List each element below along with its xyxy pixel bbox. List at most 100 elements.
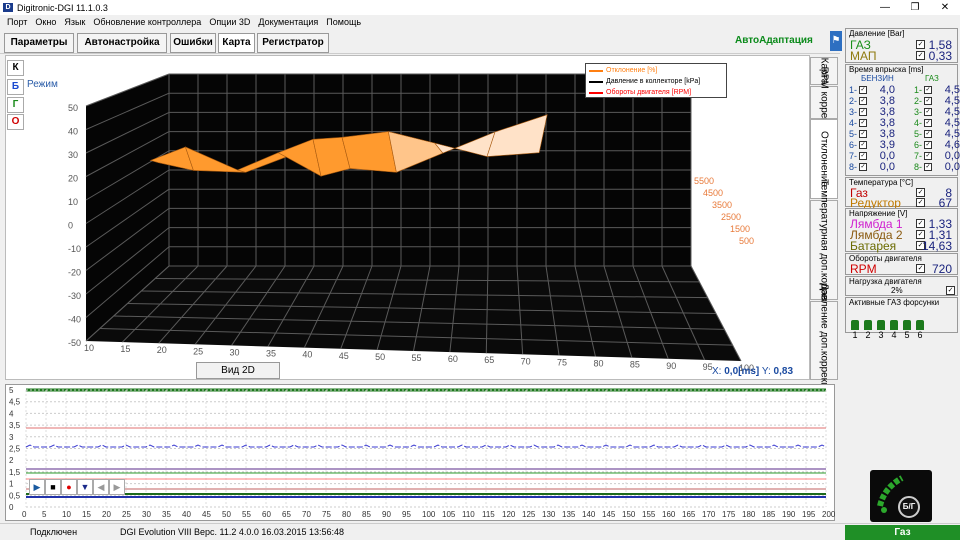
checkbox[interactable]: ✓ — [924, 108, 932, 116]
play-icon[interactable]: ▶ — [29, 479, 45, 495]
y-tick-label: 10 — [68, 197, 78, 207]
tab-parameters[interactable]: Параметры — [4, 33, 74, 53]
auto-adapt-button[interactable]: АвтоАдаптация — [735, 32, 813, 50]
checkbox[interactable]: ✓ — [859, 130, 867, 138]
checkbox[interactable]: ✓ — [924, 130, 932, 138]
x-tick-label: 70 — [521, 356, 531, 366]
checkbox[interactable]: ✓ — [916, 188, 925, 197]
osc-x-tick: 10 — [62, 510, 71, 519]
x-tick-label: 80 — [593, 359, 603, 369]
checkbox[interactable]: ✓ — [859, 163, 867, 171]
checkbox[interactable]: ✓ — [924, 86, 932, 94]
osc-x-tick: 130 — [542, 510, 556, 519]
menu-3d-options[interactable]: Опции 3D — [205, 15, 254, 29]
vtab-rpm[interactable]: RPM коррекция — [810, 66, 838, 139]
menu-update[interactable]: Обновление контроллера — [89, 15, 205, 29]
o-button[interactable]: О — [7, 114, 24, 130]
checkbox[interactable]: ✓ — [946, 286, 955, 295]
osc-x-tick: 135 — [562, 510, 576, 519]
osc-x-tick: 160 — [662, 510, 676, 519]
osc-y-tick: 2,5 — [9, 445, 21, 454]
osc-x-tick: 15 — [82, 510, 91, 519]
k-button[interactable]: К — [7, 60, 24, 76]
z-tick-label: 3500 — [712, 200, 732, 210]
checkbox[interactable]: ✓ — [916, 230, 925, 239]
osc-y-tick: 3,5 — [9, 421, 21, 430]
osc-y-tick: 3 — [9, 433, 14, 442]
checkbox[interactable]: ✓ — [916, 198, 925, 207]
checkbox[interactable]: ✓ — [859, 86, 867, 94]
stop-icon[interactable]: ■ — [45, 479, 61, 495]
osc-x-tick: 75 — [322, 510, 331, 519]
checkbox[interactable]: ✓ — [924, 141, 932, 149]
osc-y-tick: 4 — [9, 409, 14, 418]
next-icon[interactable]: ▶ — [109, 479, 125, 495]
checkbox[interactable]: ✓ — [924, 97, 932, 105]
nozzle-6-icon: 6 — [915, 320, 925, 340]
osc-x-tick: 65 — [282, 510, 291, 519]
mode-button[interactable]: Режим — [27, 79, 58, 90]
menu-help[interactable]: Помощь — [322, 15, 365, 29]
injection-title: Время впрыска [ms] — [849, 65, 924, 74]
menu-port[interactable]: Порт — [3, 15, 31, 29]
osc-x-tick: 165 — [682, 510, 696, 519]
osc-x-tick: 175 — [722, 510, 736, 519]
menu-docs[interactable]: Документация — [254, 15, 322, 29]
x-tick-label: 60 — [448, 354, 458, 364]
checkbox[interactable]: ✓ — [859, 152, 867, 160]
osc-x-tick: 35 — [162, 510, 171, 519]
checkbox[interactable]: ✓ — [916, 40, 925, 49]
window-title: Digitronic-DGI 11.1.0.3 — [17, 2, 108, 13]
menu-language[interactable]: Язык — [60, 15, 89, 29]
injection-panel: Время впрыска [ms] БЕНЗИН ГАЗ 1- ✓ 4,0 1- ✓ 4… — [845, 64, 960, 176]
checkbox[interactable]: ✓ — [916, 264, 925, 273]
b-button[interactable]: Б — [7, 79, 24, 95]
record-icon[interactable]: ● — [61, 479, 77, 495]
vertical-tabs: Карта RPM коррекция Отклонение Температу… — [810, 55, 840, 398]
checkbox[interactable]: ✓ — [924, 119, 932, 127]
flag-icon[interactable]: ⚑ — [830, 31, 842, 51]
legend-item: Отклонение [%] — [589, 65, 723, 76]
menu-window[interactable]: Окно — [31, 15, 60, 29]
maximize-icon[interactable]: ❐ — [900, 0, 930, 15]
vtab-pressure-correction[interactable]: Давление доп.коррекция — [810, 283, 838, 398]
checkbox[interactable]: ✓ — [924, 152, 932, 160]
tab-map[interactable]: Карта — [218, 33, 255, 53]
checkbox[interactable]: ✓ — [859, 141, 867, 149]
y-value: 0,83 — [773, 366, 794, 377]
nozzle-4-icon: 4 — [889, 320, 899, 340]
pressure-panel: Давление [Bar] ГАЗ ✓ 1,58 МАП ✓ 0,33 — [845, 28, 958, 63]
checkbox[interactable]: ✓ — [859, 97, 867, 105]
close-icon[interactable]: ✕ — [930, 0, 960, 15]
osc-x-tick: 55 — [242, 510, 251, 519]
osc-x-tick: 95 — [402, 510, 411, 519]
osc-x-tick: 45 — [202, 510, 211, 519]
y-tick-label: 50 — [68, 103, 78, 113]
checkbox[interactable]: ✓ — [924, 163, 932, 171]
osc-x-tick: 100 — [422, 510, 436, 519]
x-tick-label: 90 — [666, 361, 676, 371]
tab-recorder[interactable]: Регистратор — [257, 33, 329, 53]
y-tick-label: -30 — [68, 291, 81, 301]
petrol-gas-button[interactable]: Б/Г — [898, 496, 920, 518]
legend-label: Давление в коллекторе [kPa] — [606, 78, 701, 85]
checkbox[interactable]: ✓ — [916, 51, 925, 60]
view-2d-button[interactable]: Вид 2D — [196, 362, 280, 379]
legend-swatch — [589, 80, 603, 83]
y-label: Y: — [761, 366, 771, 377]
tab-errors[interactable]: Ошибки — [170, 33, 216, 53]
g-button[interactable]: Г — [7, 97, 24, 113]
minimize-icon[interactable]: — — [870, 0, 900, 15]
prev-icon[interactable]: ◀ — [93, 479, 109, 495]
legend-item: Обороты двигателя [RPM] — [589, 87, 723, 98]
oscilloscope-panel[interactable]: 5 4,5 4 3,5 3 2,5 2 1,5 1 0,5 0 0 5 10 15 20 25 30 35 40 45 5… — [5, 384, 836, 521]
checkbox[interactable]: ✓ — [859, 108, 867, 116]
z-tick-label: 4500 — [703, 188, 723, 198]
checkbox[interactable]: ✓ — [916, 219, 925, 228]
osc-x-tick: 0 — [22, 510, 27, 519]
download-icon[interactable]: ▼ — [77, 479, 93, 495]
map-3d-chart[interactable]: 50 40 30 20 10 0 -10 -20 -30 -40 -50 10 15 20 25 30 35 40… — [5, 55, 810, 380]
col-gaz: ГАЗ — [925, 74, 939, 83]
checkbox[interactable]: ✓ — [859, 119, 867, 127]
tab-autotune[interactable]: Автонастройка — [77, 33, 167, 53]
